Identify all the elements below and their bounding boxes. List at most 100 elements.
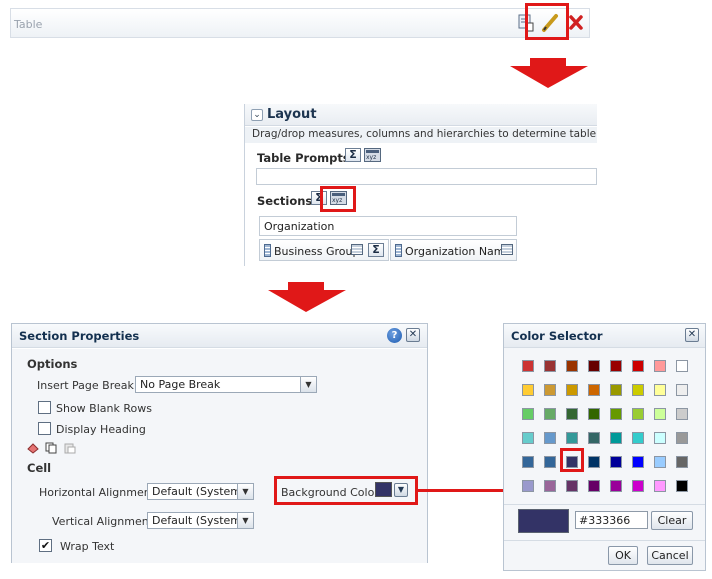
color-swatch[interactable] — [676, 456, 688, 468]
color-swatch[interactable] — [522, 456, 534, 468]
sigma-icon[interactable]: Σ — [368, 243, 384, 257]
color-swatch[interactable] — [676, 384, 688, 396]
color-swatch[interactable] — [676, 360, 688, 372]
color-preview-swatch — [518, 509, 569, 533]
color-swatch[interactable] — [544, 480, 556, 492]
color-swatch[interactable] — [654, 456, 666, 468]
down-arrow-icon — [510, 58, 588, 88]
column-icon — [395, 244, 402, 257]
color-swatch[interactable] — [654, 360, 666, 372]
horizontal-alignment-label: Horizontal Alignment — [39, 486, 156, 499]
hex-color-input[interactable]: #333366 — [575, 511, 648, 529]
color-swatch[interactable] — [566, 408, 578, 420]
color-swatch[interactable] — [588, 360, 600, 372]
column-props-icon[interactable] — [351, 244, 363, 255]
color-swatch[interactable] — [566, 432, 578, 444]
color-selector-dialog: Color Selector ✕ #333366 Clear OK Cancel — [503, 323, 706, 571]
column-chip-organization-name[interactable]: Organization Name — [390, 239, 517, 261]
grid-highlight-box — [320, 186, 356, 212]
color-swatch[interactable] — [522, 480, 534, 492]
column-icon — [264, 244, 271, 257]
color-swatch[interactable] — [654, 480, 666, 492]
chevron-down-icon[interactable]: ▼ — [300, 377, 316, 392]
show-blank-rows-checkbox[interactable] — [38, 401, 51, 414]
horizontal-alignment-select[interactable]: Default (System) ▼ — [147, 483, 254, 500]
close-icon[interactable]: ✕ — [685, 328, 699, 342]
color-swatch[interactable] — [654, 384, 666, 396]
chevron-down-icon[interactable]: ▼ — [237, 513, 253, 528]
clear-button[interactable]: Clear — [651, 511, 693, 530]
color-swatch[interactable] — [544, 408, 556, 420]
display-heading-label: Display Heading — [56, 423, 146, 436]
color-swatch[interactable] — [632, 456, 644, 468]
color-swatch[interactable] — [588, 480, 600, 492]
grid-icon[interactable] — [364, 148, 381, 162]
color-swatch[interactable] — [654, 432, 666, 444]
color-swatch[interactable] — [676, 432, 688, 444]
color-swatch[interactable] — [544, 360, 556, 372]
insert-page-break-select[interactable]: No Page Break ▼ — [135, 376, 317, 393]
vertical-alignment-label: Vertical Alignment — [52, 515, 154, 528]
collapse-chevron-icon[interactable]: ⌄ — [251, 109, 263, 121]
color-swatch[interactable] — [566, 384, 578, 396]
color-swatch[interactable] — [632, 384, 644, 396]
layout-description: Drag/drop measures, columns and hierarch… — [245, 127, 597, 143]
options-heading: Options — [27, 357, 78, 371]
color-swatch[interactable] — [588, 384, 600, 396]
paste-icon[interactable] — [64, 442, 76, 454]
color-swatch[interactable] — [544, 456, 556, 468]
color-swatch[interactable] — [676, 408, 688, 420]
select-value: Default (System) — [152, 485, 246, 498]
color-swatch[interactable] — [544, 384, 556, 396]
ok-button[interactable]: OK — [608, 546, 638, 565]
color-swatch[interactable] — [588, 408, 600, 420]
color-swatch[interactable] — [566, 480, 578, 492]
color-swatch[interactable] — [632, 408, 644, 420]
column-props-icon[interactable] — [501, 244, 513, 255]
select-value: No Page Break — [140, 378, 221, 391]
cell-heading: Cell — [27, 461, 52, 475]
column-chip-business-group[interactable]: Business Group Σ — [259, 239, 389, 261]
color-swatch[interactable] — [588, 456, 600, 468]
color-swatch[interactable] — [676, 480, 688, 492]
color-swatch[interactable] — [610, 432, 622, 444]
help-icon[interactable]: ? — [387, 328, 402, 343]
color-swatch[interactable] — [610, 456, 622, 468]
chevron-down-icon[interactable]: ▼ — [237, 484, 253, 499]
display-heading-checkbox[interactable] — [38, 422, 51, 435]
layout-header[interactable]: ⌄ Layout — [245, 104, 597, 126]
delete-icon[interactable] — [568, 14, 584, 31]
color-swatch[interactable] — [522, 360, 534, 372]
eraser-icon[interactable] — [27, 442, 39, 454]
wrap-text-checkbox[interactable]: ✔ — [39, 539, 52, 552]
color-swatch[interactable] — [522, 432, 534, 444]
copy-icon[interactable] — [45, 442, 57, 454]
color-swatch[interactable] — [588, 432, 600, 444]
select-value: Default (System) — [152, 514, 246, 527]
sections-label: Sections — [257, 194, 313, 208]
color-swatch[interactable] — [610, 360, 622, 372]
color-swatch[interactable] — [610, 480, 622, 492]
sigma-icon[interactable]: Σ — [345, 148, 361, 162]
color-swatch[interactable] — [566, 360, 578, 372]
vertical-alignment-select[interactable]: Default (System) ▼ — [147, 512, 254, 529]
dialog-title: Color Selector — [511, 329, 603, 343]
table-prompts-drop-field[interactable] — [256, 168, 597, 185]
color-swatch[interactable] — [610, 408, 622, 420]
color-swatch[interactable] — [610, 384, 622, 396]
dialog-titlebar: Color Selector ✕ — [504, 324, 705, 348]
color-swatch[interactable] — [632, 432, 644, 444]
down-arrow-icon — [268, 282, 346, 312]
color-swatch[interactable] — [632, 480, 644, 492]
color-swatch[interactable] — [654, 408, 666, 420]
close-icon[interactable]: ✕ — [406, 328, 420, 342]
show-blank-rows-label: Show Blank Rows — [56, 402, 152, 415]
color-swatch[interactable] — [522, 408, 534, 420]
cancel-button[interactable]: Cancel — [647, 546, 693, 565]
layout-title: Layout — [267, 107, 317, 122]
color-swatch[interactable] — [544, 432, 556, 444]
color-swatch[interactable] — [632, 360, 644, 372]
connector-line — [417, 489, 505, 492]
color-swatch[interactable] — [522, 384, 534, 396]
section-header-field[interactable]: Organization — [259, 216, 517, 236]
